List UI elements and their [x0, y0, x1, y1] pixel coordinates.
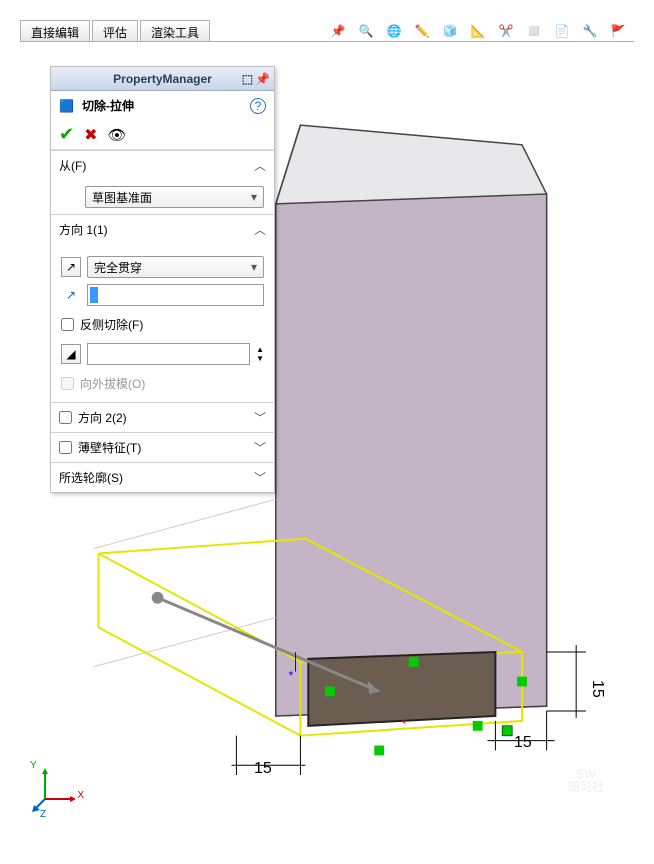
expand-icon[interactable]: ⬚	[242, 72, 253, 86]
svg-text:*: *	[402, 717, 407, 731]
draft-icon[interactable]: ◢	[61, 344, 81, 364]
end-condition-combo[interactable]: 完全贯穿	[87, 256, 264, 278]
svg-text:*: *	[289, 669, 294, 683]
ribbon-tabs: 直接编辑 评估 渲染工具 📌 🔍 🌐 ✏️ 🧊 📐 ✂️ ◻️ 📄 🔧 🚩	[20, 20, 634, 42]
tab-render-tools[interactable]: 渲染工具	[140, 20, 210, 41]
cut-extrude-icon: 🟦	[59, 99, 74, 113]
section-direction1[interactable]: 方向 1(1)︿	[51, 215, 274, 244]
panel-title: PropertyManager	[113, 72, 212, 86]
flip-cut-checkbox[interactable]	[61, 318, 74, 331]
draft-input[interactable]	[87, 343, 250, 365]
sketch-icon[interactable]: ✏️	[412, 21, 432, 41]
wrench-icon[interactable]: 🔧	[580, 21, 600, 41]
section-contour[interactable]: 所选轮廓(S)﹀	[51, 463, 274, 492]
shaded-icon[interactable]: 🧊	[440, 21, 460, 41]
reverse-direction-icon[interactable]: ↗	[61, 257, 81, 277]
measure-icon[interactable]: 📐	[468, 21, 488, 41]
cube-icon[interactable]: ◻️	[524, 21, 544, 41]
spin-down[interactable]: ▼	[256, 354, 264, 363]
tab-direct-edit[interactable]: 直接编辑	[20, 20, 90, 41]
search-icon[interactable]: 🔍	[356, 21, 376, 41]
dimension-value[interactable]: 15	[588, 680, 606, 698]
ok-button[interactable]: ✔	[59, 124, 74, 145]
property-manager-panel: PropertyManager ⬚ 📌 🟦 切除-拉伸 ? ✔ ✖ 👁 从(F)…	[50, 66, 275, 493]
section-icon[interactable]: ✂️	[496, 21, 516, 41]
section-from[interactable]: 从(F)︿	[51, 151, 274, 180]
direction-vector-icon[interactable]: ↗	[61, 288, 81, 302]
dimension-value[interactable]: 15	[514, 734, 532, 752]
direction-input[interactable]	[87, 284, 264, 306]
section-thin[interactable]: 薄壁特征(T)﹀	[51, 433, 274, 462]
pushpin-icon[interactable]: 📌	[255, 72, 270, 86]
spin-up[interactable]: ▲	[256, 345, 264, 354]
section-direction2[interactable]: 方向 2(2)﹀	[51, 403, 274, 432]
thin-feature-checkbox[interactable]	[59, 441, 72, 454]
preview-button[interactable]: 👁	[108, 126, 127, 144]
feature-name: 切除-拉伸	[82, 97, 134, 114]
help-icon[interactable]: ?	[250, 98, 266, 114]
draft-outward-checkbox	[61, 377, 74, 390]
tab-evaluate[interactable]: 评估	[92, 20, 138, 41]
layer-icon[interactable]: 📄	[552, 21, 572, 41]
flag-icon[interactable]: 🚩	[608, 21, 628, 41]
pin-icon[interactable]: 📌	[328, 21, 348, 41]
dimension-value[interactable]: 15	[254, 760, 272, 778]
panel-header: PropertyManager ⬚ 📌	[51, 67, 274, 91]
direction2-checkbox[interactable]	[59, 411, 72, 424]
globe-icon[interactable]: 🌐	[384, 21, 404, 41]
cancel-button[interactable]: ✖	[84, 125, 97, 145]
from-combo[interactable]: 草图基准面	[85, 186, 264, 208]
